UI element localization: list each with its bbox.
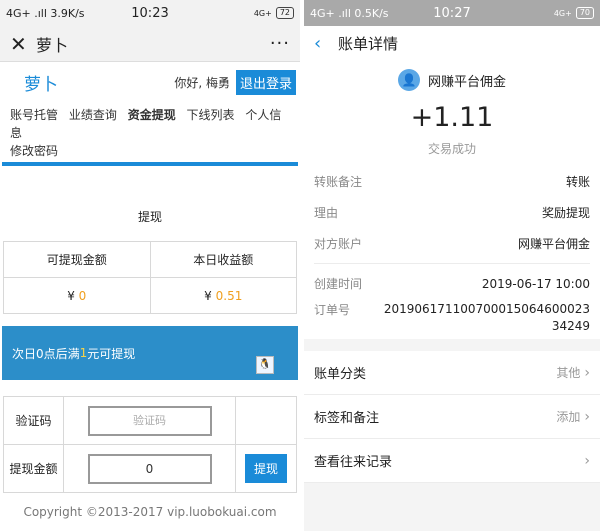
bill-actions: 账单分类 其他 › 标签和备注 添加 › 查看往来记录 › [304, 351, 600, 483]
qq-icon[interactable]: 🐧 [256, 356, 274, 374]
status-bar: 4G+ .ıll 0.5K/s 10:27 4G+ 70 [304, 0, 600, 26]
site-header: 萝卜 你好, 梅勇 退出登录 [0, 62, 300, 102]
withdrawable-header: 可提现金额 [3, 241, 151, 278]
detail-row-reason: 理由 奖励提现 [314, 206, 590, 220]
menu-item-account[interactable]: 账号托管 [10, 108, 58, 122]
withdraw-notice: 次日0点后满 1 元可提现 🐧 [2, 326, 298, 380]
code-label: 验证码 [3, 396, 64, 445]
menu-item-withdraw[interactable]: 资金提现 [128, 108, 176, 122]
verification-code-input[interactable]: 验证码 [87, 405, 212, 436]
close-icon[interactable]: ✕ [10, 32, 36, 56]
today-earnings-header: 本日收益额 [149, 241, 297, 278]
back-icon[interactable]: ‹ [314, 33, 338, 54]
header-divider [2, 162, 298, 166]
today-earnings-value: ¥ 0.51 [149, 277, 297, 314]
bill-detail: 👤 网赚平台佣金 +1.11 交易成功 转账备注 转账 理由 奖励提现 对方账户 网赚… [304, 60, 600, 339]
clock: 10:27 [433, 5, 471, 21]
menu-item-downline[interactable]: 下线列表 [187, 108, 235, 122]
site-logo[interactable]: 萝卜 [24, 70, 174, 95]
withdraw-submit-button[interactable]: 提现 [244, 454, 287, 483]
clock: 10:23 [131, 5, 169, 21]
menu-item-password[interactable]: 修改密码 [10, 144, 58, 158]
status-bar: 4G+ .ıll 3.9K/s 10:23 4G+ 72 [0, 0, 300, 26]
detail-row-created: 创建时间 2019-06-17 10:00 [314, 276, 590, 292]
transaction-amount: +1.11 [410, 102, 494, 133]
payee: 👤 网赚平台佣金 [304, 68, 600, 92]
amount-label: 提现金额 [3, 444, 64, 493]
left-screenshot: 4G+ .ıll 3.9K/s 10:23 4G+ 72 ✕ 萝卜 ··· 萝卜… [0, 0, 300, 531]
divider [314, 263, 590, 264]
page-title: 账单详情 [338, 34, 399, 53]
copyright-footer: Copyright ©2013-2017 vip.luobokuai.com [23, 505, 277, 519]
site-nav-menu: 账号托管 业绩查询 资金提现 下线列表 个人信息 修改密码 [0, 102, 300, 162]
browser-titlebar: ✕ 萝卜 ··· [0, 26, 300, 62]
detail-row-counterparty: 对方账户 网赚平台佣金 [314, 237, 590, 251]
menu-item-performance[interactable]: 业绩查询 [69, 108, 117, 122]
transaction-status: 交易成功 [427, 142, 476, 156]
chevron-right-icon: › [584, 408, 590, 425]
chevron-right-icon: › [584, 452, 590, 469]
more-menu-icon[interactable]: ··· [270, 33, 290, 54]
right-screenshot: 4G+ .ıll 0.5K/s 10:27 4G+ 70 ‹ 账单详情 👤 网赚… [304, 0, 600, 531]
list-item-tags[interactable]: 标签和备注 添加 › [304, 395, 600, 439]
logout-button[interactable]: 退出登录 [235, 69, 296, 95]
list-item-category[interactable]: 账单分类 其他 › [304, 351, 600, 395]
nav-bar: ‹ 账单详情 [304, 26, 600, 60]
withdrawable-value: ¥ 0 [3, 277, 151, 314]
page-title: 萝卜 [36, 35, 69, 55]
greeting-text: 你好, 梅勇 [174, 75, 230, 90]
withdraw-amount-input[interactable]: 0 [87, 453, 212, 484]
user-avatar-icon: 👤 [397, 69, 420, 91]
list-item-history[interactable]: 查看往来记录 › [304, 439, 600, 483]
payee-name: 网赚平台佣金 [427, 74, 506, 90]
detail-row-remark: 转账备注 转账 [314, 175, 590, 189]
balance-table: 可提现金额 本日收益额 ¥ 0 ¥ 0.51 [3, 241, 297, 314]
withdraw-form: 验证码 验证码 提现金额 0 提现 [3, 396, 297, 493]
section-title: 提现 [137, 210, 162, 224]
detail-row-order: 订单号 20190617110070001506460002334249 [314, 302, 590, 333]
chevron-right-icon: › [584, 364, 590, 381]
